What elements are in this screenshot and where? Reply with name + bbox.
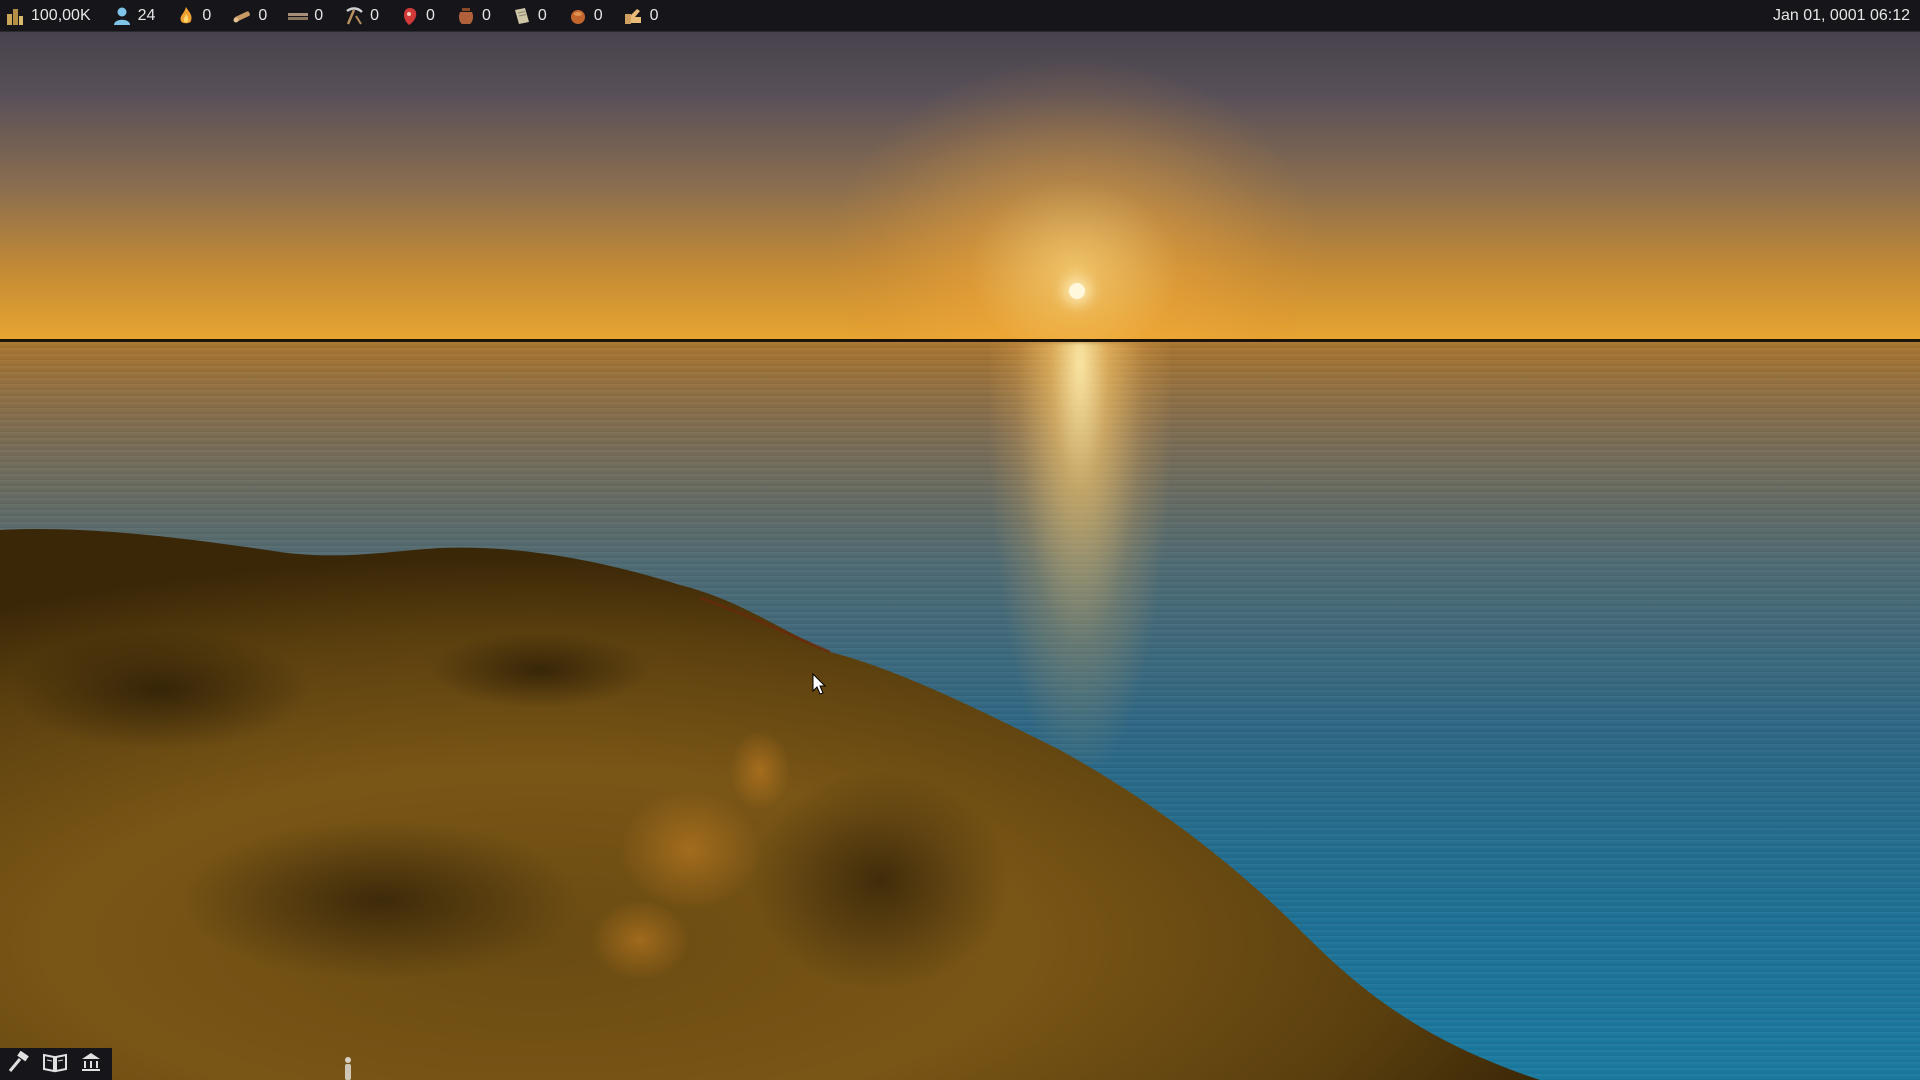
game-viewport[interactable]	[0, 0, 1920, 1080]
capitol-icon	[79, 1051, 103, 1078]
resource-meat[interactable]: 0	[399, 0, 435, 31]
resource-population-value: 24	[137, 6, 156, 24]
person-icon	[111, 5, 133, 27]
resource-population[interactable]: 24	[111, 0, 156, 31]
resource-paper-value: 0	[537, 6, 547, 24]
game-datetime: Jan 01, 0001 06:12	[1772, 6, 1910, 24]
resource-paper[interactable]: 0	[511, 0, 547, 31]
mouse-cursor-icon	[812, 672, 828, 697]
resource-money-value: 100,00K	[31, 6, 91, 24]
plank-icon	[287, 5, 309, 27]
resource-meat-value: 0	[426, 6, 435, 24]
resource-pottery-value: 0	[481, 6, 491, 24]
map-book-button[interactable]	[38, 1048, 72, 1080]
resource-plank-value: 0	[314, 6, 324, 24]
resource-tools-value: 0	[370, 6, 380, 24]
terrain-island[interactable]	[0, 0, 1920, 1080]
resource-fire-value: 0	[202, 6, 212, 24]
pickaxe-icon	[343, 5, 365, 27]
open-book-icon	[42, 1051, 68, 1078]
hand-icon	[623, 5, 645, 27]
pot-icon	[455, 5, 477, 27]
resource-wood[interactable]: 0	[231, 0, 267, 31]
resource-tools[interactable]: 0	[343, 0, 379, 31]
resource-pottery[interactable]: 0	[455, 0, 491, 31]
resource-top-bar: 100,00K 24 0 0 0 0 0 0 0 0 0 Jan 01, 000…	[0, 0, 1920, 32]
bread-icon	[567, 5, 589, 27]
villager-figure[interactable]	[343, 1056, 353, 1080]
resource-bread[interactable]: 0	[567, 0, 603, 31]
wood-log-icon	[231, 5, 253, 27]
resource-bread-value: 0	[593, 6, 603, 24]
fire-icon	[175, 5, 197, 27]
resource-list: 100,00K 24 0 0 0 0 0 0 0 0 0	[0, 0, 679, 31]
resource-fire[interactable]: 0	[175, 0, 211, 31]
bottom-toolbar	[0, 1048, 112, 1080]
resource-money[interactable]: 100,00K	[4, 0, 91, 31]
government-button[interactable]	[74, 1048, 108, 1080]
scroll-icon	[511, 5, 533, 27]
build-button[interactable]	[2, 1048, 36, 1080]
money-bag-icon	[4, 5, 26, 27]
resource-workers[interactable]: 0	[623, 0, 659, 31]
meat-icon	[399, 5, 421, 27]
resource-wood-value: 0	[258, 6, 268, 24]
resource-workers-value: 0	[649, 6, 659, 24]
hammer-icon	[7, 1050, 31, 1078]
resource-plank[interactable]: 0	[287, 0, 323, 31]
